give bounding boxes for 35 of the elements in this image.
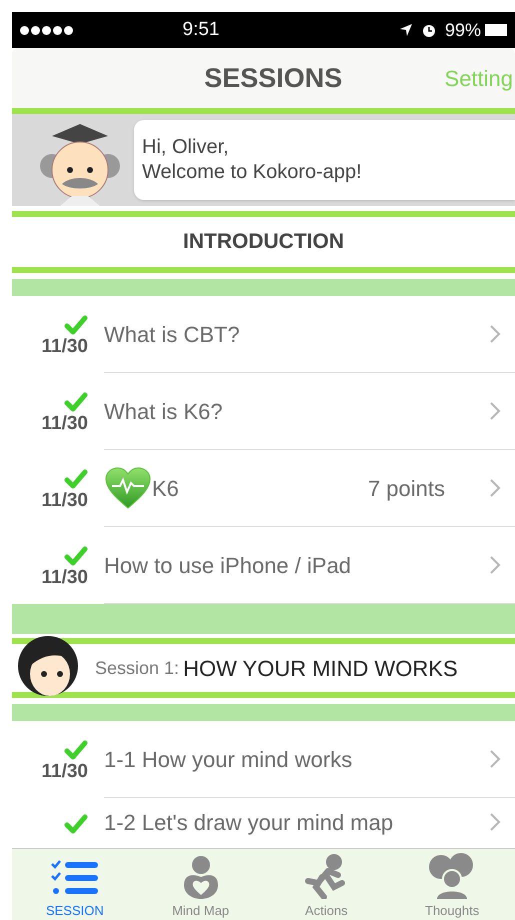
chevron-right-icon xyxy=(489,555,501,575)
row-title: 1-2 Let's draw your mind map xyxy=(104,808,394,837)
chevron-right-icon xyxy=(489,401,501,421)
row-title: What is K6? xyxy=(104,398,223,426)
status-time: 9:51 xyxy=(182,18,220,42)
tab-item[interactable]: Actions xyxy=(264,849,390,920)
chevron-right-icon xyxy=(489,749,501,769)
date-label: 11/30 xyxy=(42,760,88,784)
signal-dots-icon xyxy=(20,26,73,34)
battery-percent: 99% xyxy=(444,18,482,42)
date-label: 11/30 xyxy=(42,334,88,358)
row-title: 1-1 How your mind works xyxy=(104,746,352,774)
welcome-text: Welcome to Kokoro-app! xyxy=(142,160,363,185)
alarm-clock-icon xyxy=(420,22,437,38)
date-label: 11/30 xyxy=(42,566,88,590)
nav-title: SESSIONS xyxy=(204,62,342,95)
score-value: 7 points xyxy=(368,474,445,503)
chevron-right-icon xyxy=(489,478,501,498)
date-label: 11/30 xyxy=(42,412,88,436)
location-arrow-icon xyxy=(398,23,413,37)
battery-icon xyxy=(485,24,508,36)
tab-item[interactable]: Mind Map xyxy=(138,849,264,920)
heart-pulse-icon xyxy=(104,466,152,510)
date-label: 11/30 xyxy=(42,488,88,512)
tab-item[interactable]: Thoughts xyxy=(389,849,515,920)
section-title: HOW YOUR MIND WORKS xyxy=(183,654,458,682)
greeting-text: Hi, Oliver, xyxy=(142,135,230,160)
row-title: What is CBT? xyxy=(104,320,240,348)
chevron-right-icon xyxy=(489,812,501,832)
session-prefix: Session 1: xyxy=(95,656,180,680)
tab-item[interactable]: SESSION xyxy=(12,849,138,920)
section-title: INTRODUCTION xyxy=(183,229,344,256)
row-title: How to use iPhone / iPad xyxy=(104,552,352,580)
row-title: K6 xyxy=(152,474,179,502)
chevron-right-icon xyxy=(489,324,501,344)
